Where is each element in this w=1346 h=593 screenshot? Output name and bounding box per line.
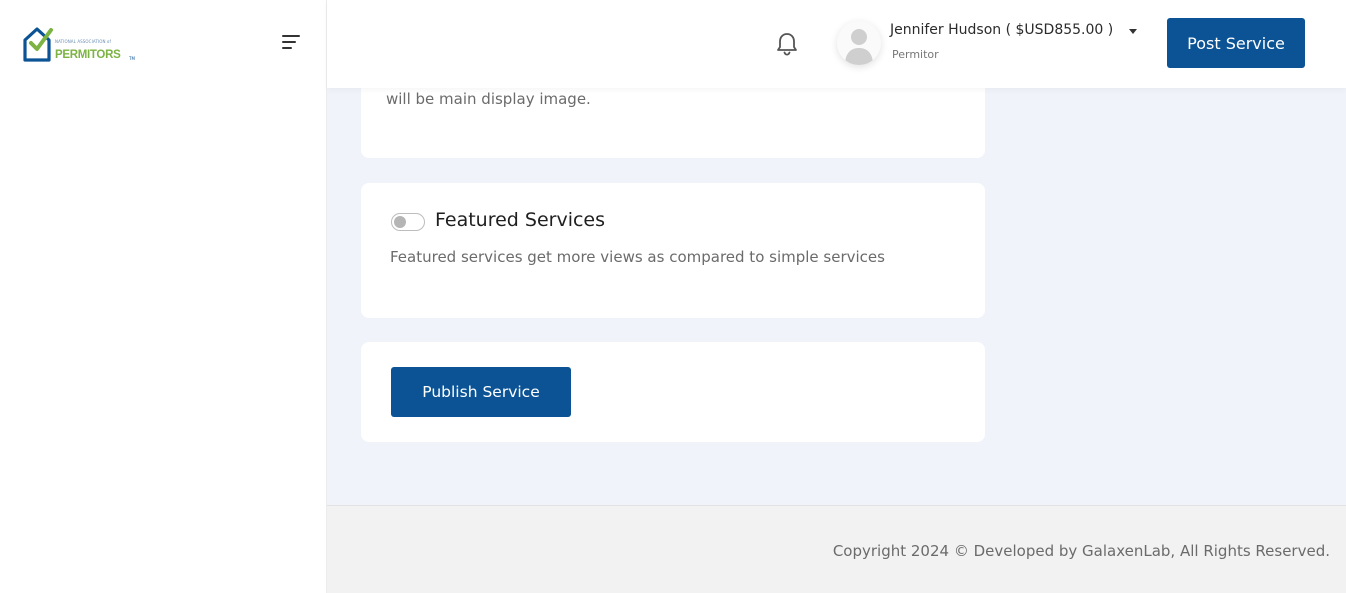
logo-subtitle: NATIONAL ASSOCIATION of: [55, 39, 111, 44]
toggle-knob: [394, 216, 406, 228]
publish-card: Publish Service: [361, 342, 985, 442]
featured-toggle[interactable]: [391, 213, 425, 231]
sidebar: NATIONAL ASSOCIATION of PERMITORS TM: [0, 0, 327, 593]
featured-title: Featured Services: [435, 209, 606, 231]
logo-trademark: TM: [129, 56, 135, 61]
caret-down-icon[interactable]: [1129, 29, 1137, 34]
top-header: Jennifer Hudson ( $USD855.00 ) Permitor …: [327, 0, 1346, 88]
bell-icon[interactable]: [775, 31, 799, 57]
logo-wordmark: PERMITORS: [55, 49, 121, 61]
house-check-icon: [23, 27, 53, 62]
user-name-balance[interactable]: Jennifer Hudson ( $USD855.00 ): [890, 22, 1113, 38]
publish-service-button[interactable]: Publish Service: [391, 367, 571, 417]
featured-services-card: Featured Services Featured services get …: [361, 183, 985, 318]
featured-description: Featured services get more views as comp…: [390, 248, 885, 266]
brand-logo[interactable]: NATIONAL ASSOCIATION of PERMITORS TM: [22, 24, 135, 64]
image-note: will be main display image.: [386, 90, 591, 108]
post-service-button[interactable]: Post Service: [1167, 18, 1305, 68]
avatar-icon[interactable]: [837, 21, 881, 65]
copyright-text: Copyright 2024 © Developed by GalaxenLab…: [832, 542, 1330, 560]
footer: Copyright 2024 © Developed by GalaxenLab…: [327, 505, 1346, 593]
user-role: Permitor: [892, 48, 939, 61]
menu-icon[interactable]: [282, 35, 304, 53]
